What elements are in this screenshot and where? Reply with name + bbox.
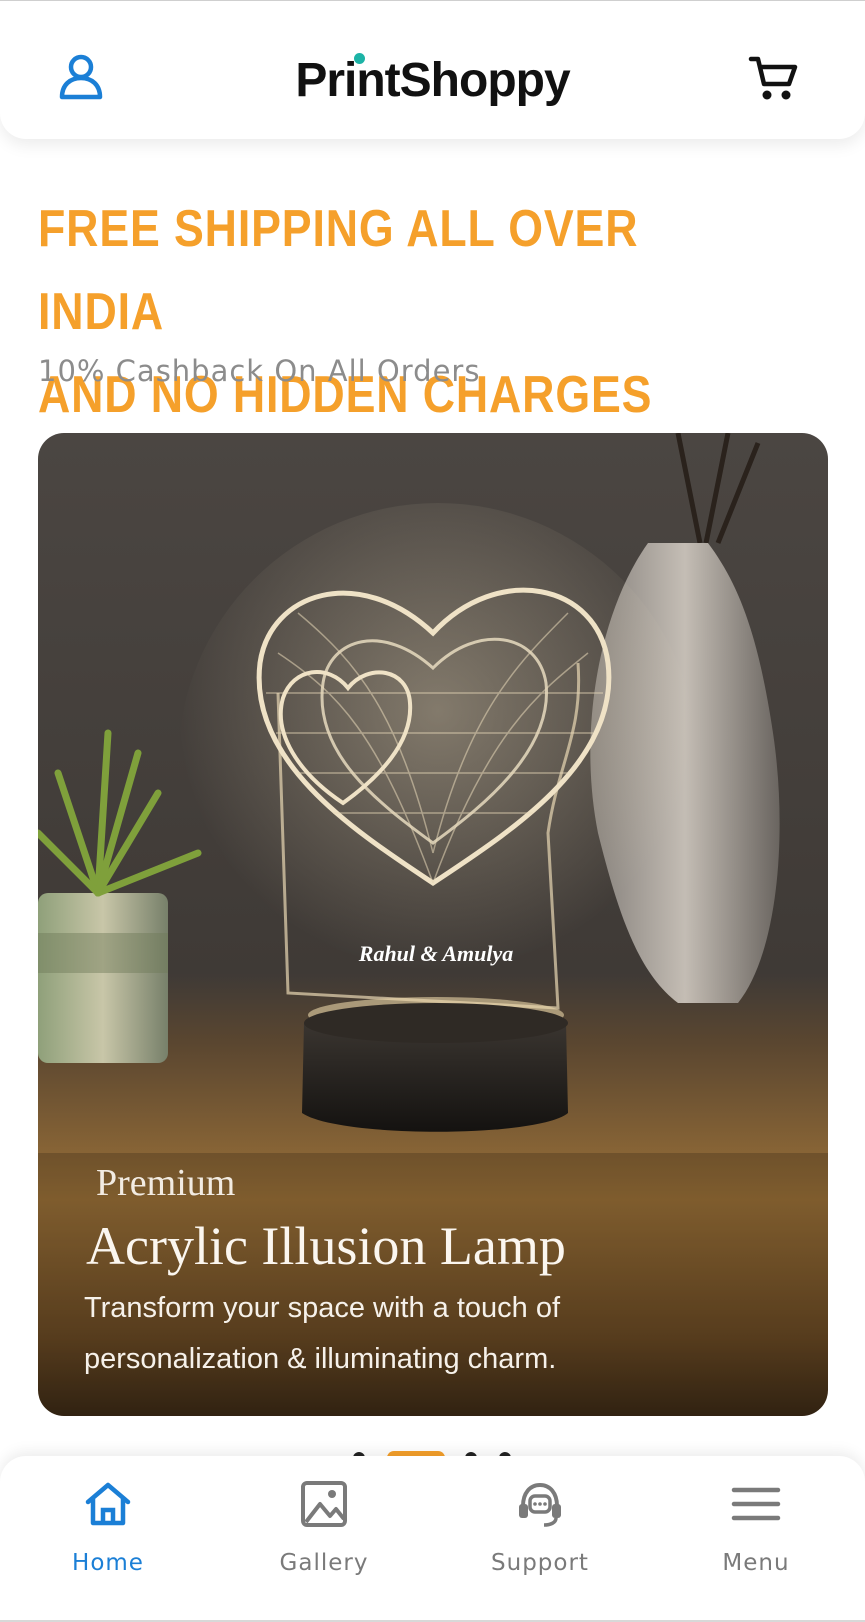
headset-icon (519, 1482, 561, 1527)
cashback-text: 10% Cashback On All Orders (38, 354, 481, 388)
logo-text: PrintShoppy (295, 54, 570, 107)
nav-gallery-label: Gallery (279, 1550, 369, 1576)
hero-banner[interactable]: Rahul & Amulya Premium Acrylic Illusion … (38, 433, 828, 1416)
nav-menu-label: Menu (722, 1550, 790, 1576)
image-icon (301, 1481, 347, 1527)
bottom-navigation: Home Gallery Support Menu (0, 1456, 865, 1622)
top-header: PrintShoppy (0, 0, 865, 139)
promo-headline: FREE SHIPPING ALL OVER INDIA AND NO HIDD… (38, 188, 726, 437)
nav-home[interactable]: Home (0, 1456, 216, 1596)
promo-line-1: FREE SHIPPING ALL OVER INDIA (38, 200, 639, 341)
cart-button[interactable] (748, 53, 800, 105)
banner-title: Acrylic Illusion Lamp (86, 1216, 566, 1276)
cart-icon (748, 56, 798, 100)
banner-pretitle: Premium (96, 1162, 236, 1204)
nav-support[interactable]: Support (432, 1456, 648, 1596)
hamburger-icon (731, 1487, 781, 1521)
nav-gallery[interactable]: Gallery (216, 1456, 432, 1596)
home-icon (85, 1482, 131, 1526)
brand-logo[interactable]: PrintShoppy (0, 53, 865, 108)
nav-home-label: Home (72, 1550, 144, 1576)
engraving-text: Rahul & Amulya (358, 941, 513, 966)
nav-support-label: Support (491, 1550, 589, 1576)
nav-menu[interactable]: Menu (648, 1456, 864, 1596)
banner-description: Transform your space with a touch of per… (84, 1292, 561, 1375)
